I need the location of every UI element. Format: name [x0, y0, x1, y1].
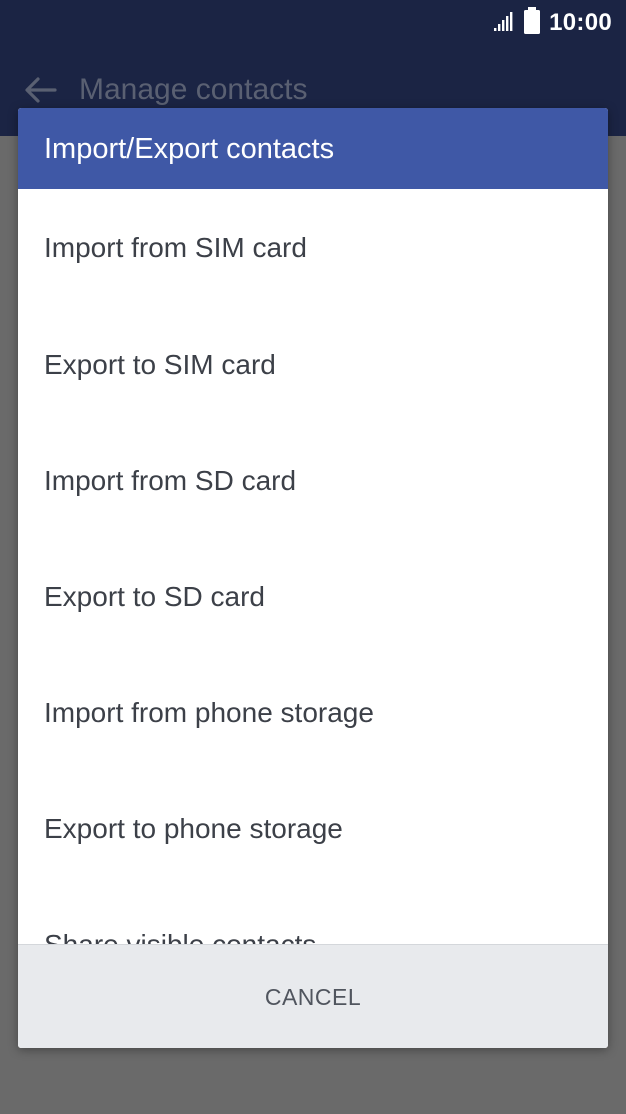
- import-export-dialog: Import/Export contacts Import from SIM c…: [18, 108, 608, 1048]
- signal-icon: [493, 10, 515, 37]
- page-title: Manage contacts: [79, 73, 308, 106]
- import-from-sim-option[interactable]: Import from SIM card: [18, 189, 608, 307]
- import-from-sd-option[interactable]: Import from SD card: [18, 423, 608, 539]
- screen: 10:00 Manage contacts Import/Export cont…: [0, 0, 626, 1114]
- export-to-sd-option[interactable]: Export to SD card: [18, 539, 608, 655]
- export-to-phone-storage-option[interactable]: Export to phone storage: [18, 771, 608, 887]
- dialog-footer: CANCEL: [18, 944, 608, 1048]
- battery-icon: [523, 6, 541, 40]
- cancel-button[interactable]: CANCEL: [18, 945, 608, 1048]
- dialog-title: Import/Export contacts: [44, 133, 335, 165]
- status-time: 10:00: [549, 9, 612, 36]
- status-bar: 10:00: [0, 0, 626, 50]
- dialog-options-list: Import from SIM card Export to SIM card …: [18, 189, 608, 944]
- share-visible-contacts-option[interactable]: Share visible contacts: [18, 887, 608, 944]
- arrow-left-icon[interactable]: [22, 72, 58, 108]
- export-to-sim-option[interactable]: Export to SIM card: [18, 307, 608, 423]
- dialog-header: Import/Export contacts: [18, 108, 608, 189]
- status-icons: 10:00: [493, 6, 612, 40]
- import-from-phone-storage-option[interactable]: Import from phone storage: [18, 655, 608, 771]
